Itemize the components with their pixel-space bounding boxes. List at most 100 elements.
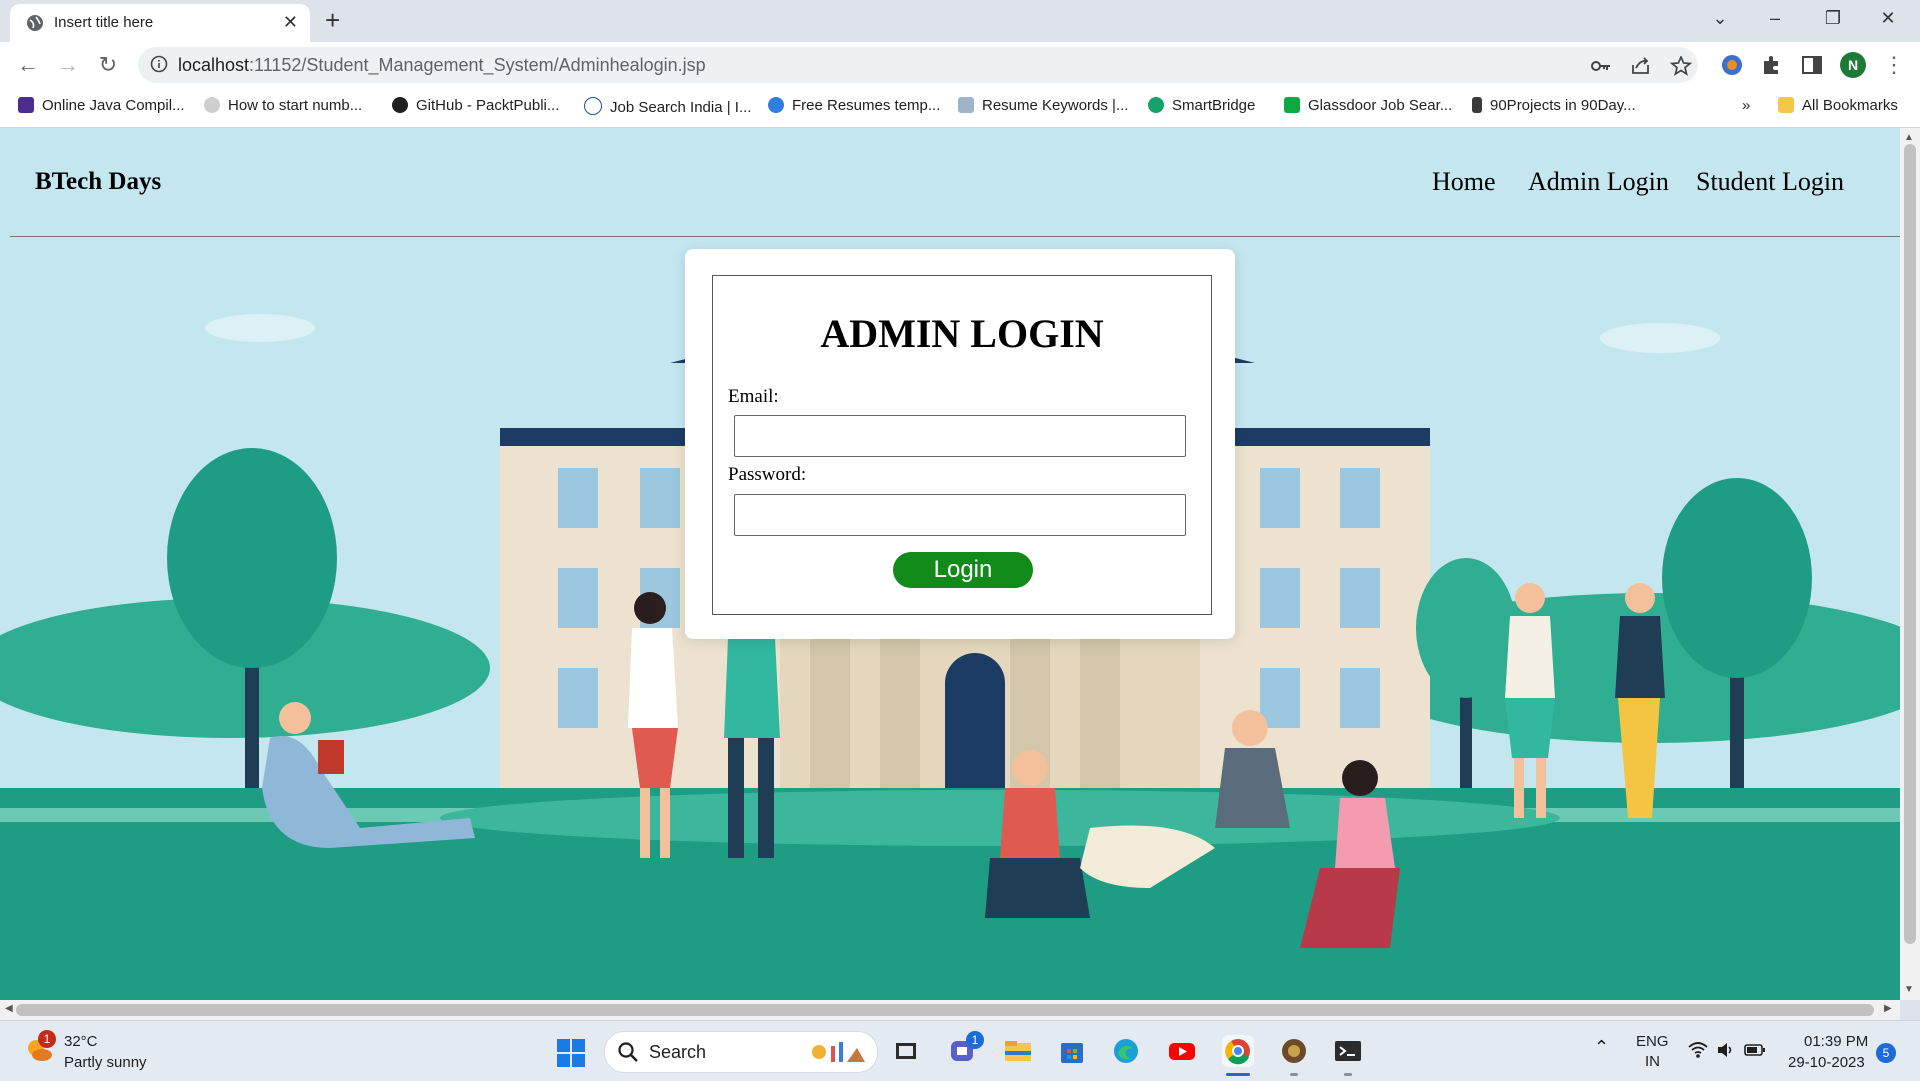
nav-student-login-link[interactable]: Student Login bbox=[1696, 167, 1844, 197]
minimize-icon[interactable]: – bbox=[1760, 8, 1790, 29]
horizontal-scroll-thumb[interactable] bbox=[16, 1004, 1874, 1016]
file-explorer-icon[interactable] bbox=[1002, 1035, 1034, 1067]
clock-time[interactable]: 01:39 PM bbox=[1804, 1033, 1868, 1050]
email-label: Email: bbox=[728, 386, 779, 407]
language-indicator-top[interactable]: ENG bbox=[1636, 1033, 1669, 1050]
scroll-up-icon[interactable]: ▲ bbox=[1904, 132, 1914, 143]
bookmark-item[interactable]: SmartBridge bbox=[1148, 97, 1255, 114]
password-label: Password: bbox=[728, 464, 807, 485]
restore-icon[interactable]: ❐ bbox=[1818, 8, 1848, 29]
tray-chevron-up-icon[interactable]: ⌃ bbox=[1594, 1037, 1609, 1058]
site-icon bbox=[204, 97, 220, 113]
edge-browser-icon[interactable] bbox=[1110, 1035, 1142, 1067]
youtube-icon[interactable] bbox=[1166, 1035, 1198, 1067]
page-icon bbox=[1472, 97, 1482, 113]
browser-tab-strip: Insert title here ✕ + ⌄ – ❐ ✕ bbox=[0, 0, 1920, 42]
tab-title: Insert title here bbox=[54, 14, 154, 31]
bookmark-item[interactable]: How to start numb... bbox=[204, 97, 362, 114]
bookmark-item[interactable]: GitHub - PacktPubli... bbox=[392, 97, 559, 114]
horizontal-scrollbar[interactable]: ◀ ▶ bbox=[0, 1000, 1900, 1020]
navbar-divider bbox=[10, 236, 1900, 237]
nav-home-link[interactable]: Home bbox=[1432, 167, 1496, 197]
weather-temperature[interactable]: 32°C bbox=[64, 1033, 98, 1050]
address-bar[interactable]: localhost:11152/Student_Management_Syste… bbox=[138, 47, 1698, 83]
globe-icon bbox=[27, 15, 43, 31]
search-placeholder: Search bbox=[649, 1042, 707, 1062]
vertical-scrollbar[interactable]: ▲ ▼ bbox=[1900, 128, 1920, 1000]
bookmarks-overflow-button[interactable]: » bbox=[1742, 97, 1750, 114]
site-info-icon[interactable] bbox=[150, 55, 168, 73]
glassdoor-icon bbox=[1284, 97, 1300, 113]
bookmark-item[interactable]: Online Java Compil... bbox=[18, 97, 185, 114]
volume-icon[interactable] bbox=[1716, 1041, 1736, 1059]
password-field[interactable] bbox=[734, 494, 1186, 536]
windows-start-icon[interactable] bbox=[556, 1038, 586, 1068]
search-icon bbox=[618, 1042, 638, 1062]
forward-icon[interactable]: → bbox=[54, 52, 82, 78]
login-form: ADMIN LOGIN Email: Password: Login bbox=[712, 275, 1212, 615]
chrome-browser-icon[interactable] bbox=[1222, 1035, 1254, 1067]
vertical-scroll-thumb[interactable] bbox=[1904, 144, 1916, 944]
share-icon[interactable] bbox=[1630, 56, 1652, 76]
browser-toolbar: ← → ↻ localhost:11152/Student_Management… bbox=[0, 42, 1920, 89]
bolt-icon bbox=[18, 97, 34, 113]
app-emblem-icon[interactable] bbox=[1278, 1035, 1310, 1067]
login-card: ADMIN LOGIN Email: Password: Login bbox=[685, 249, 1235, 639]
keywords-site-icon bbox=[958, 97, 974, 113]
email-field[interactable] bbox=[734, 415, 1186, 457]
nav-admin-login-link[interactable]: Admin Login bbox=[1528, 167, 1669, 197]
page-viewport: BTech Days Home Admin Login Student Logi… bbox=[0, 128, 1900, 1000]
terminal-running-indicator bbox=[1344, 1073, 1352, 1076]
windows-taskbar: 1 32°C Partly sunny Search 1 ⌃ ENG IN 01… bbox=[0, 1020, 1920, 1081]
site-navbar: BTech Days Home Admin Login Student Logi… bbox=[0, 128, 1900, 237]
all-bookmarks-button[interactable]: All Bookmarks bbox=[1778, 97, 1898, 114]
app-running-indicator bbox=[1290, 1073, 1298, 1076]
site-brand[interactable]: BTech Days bbox=[35, 168, 161, 196]
folder-icon bbox=[1778, 97, 1794, 113]
tab-search-icon[interactable]: ⌄ bbox=[1705, 8, 1735, 29]
bookmarks-bar: Online Java Compil... How to start numb.… bbox=[0, 89, 1920, 128]
resume-site-icon bbox=[768, 97, 784, 113]
weather-badge: 1 bbox=[38, 1030, 56, 1048]
bookmark-star-icon[interactable] bbox=[1670, 56, 1692, 76]
task-view-icon[interactable] bbox=[890, 1035, 922, 1067]
bookmark-item[interactable]: Resume Keywords |... bbox=[958, 97, 1128, 114]
language-indicator-bottom[interactable]: IN bbox=[1645, 1053, 1660, 1070]
scroll-right-icon[interactable]: ▶ bbox=[1884, 1003, 1892, 1014]
extension-shield-icon[interactable] bbox=[1720, 53, 1744, 77]
bookmark-item[interactable]: 90Projects in 90Day... bbox=[1472, 97, 1636, 114]
taskbar-search-box[interactable]: Search bbox=[604, 1031, 878, 1073]
login-title: ADMIN LOGIN bbox=[820, 311, 1104, 356]
url-text: localhost:11152/Student_Management_Syste… bbox=[178, 55, 706, 75]
profile-avatar[interactable]: N bbox=[1840, 52, 1866, 78]
info-icon bbox=[584, 97, 602, 115]
reload-icon[interactable]: ↻ bbox=[94, 52, 122, 78]
scroll-left-icon[interactable]: ◀ bbox=[5, 1003, 13, 1014]
teams-badge: 1 bbox=[966, 1031, 984, 1049]
smartbridge-icon bbox=[1148, 97, 1164, 113]
weather-description[interactable]: Partly sunny bbox=[64, 1054, 147, 1071]
notification-count-badge[interactable]: 5 bbox=[1876, 1043, 1896, 1063]
chrome-active-indicator bbox=[1226, 1073, 1250, 1076]
key-icon[interactable] bbox=[1590, 56, 1612, 76]
bookmark-item[interactable]: Free Resumes temp... bbox=[768, 97, 940, 114]
extensions-puzzle-icon[interactable] bbox=[1760, 53, 1784, 77]
clock-date[interactable]: 29-10-2023 bbox=[1788, 1054, 1865, 1071]
terminal-icon[interactable] bbox=[1332, 1035, 1364, 1067]
battery-icon[interactable] bbox=[1744, 1042, 1766, 1058]
browser-tab[interactable]: Insert title here ✕ bbox=[10, 4, 310, 42]
wifi-icon[interactable] bbox=[1688, 1041, 1708, 1059]
close-window-icon[interactable]: ✕ bbox=[1873, 8, 1903, 29]
bookmark-item[interactable]: Job Search India | I... bbox=[584, 97, 751, 116]
scroll-down-icon[interactable]: ▼ bbox=[1904, 984, 1914, 995]
microsoft-store-icon[interactable] bbox=[1056, 1035, 1088, 1067]
bookmark-item[interactable]: Glassdoor Job Sear... bbox=[1284, 97, 1452, 114]
login-button[interactable]: Login bbox=[893, 552, 1033, 588]
new-tab-button[interactable]: + bbox=[325, 7, 340, 33]
search-highlight-art-icon bbox=[812, 1042, 865, 1062]
menu-kebab-icon[interactable]: ⋮ bbox=[1880, 52, 1908, 78]
github-icon bbox=[392, 97, 408, 113]
side-panel-icon[interactable] bbox=[1800, 53, 1824, 77]
back-icon[interactable]: ← bbox=[14, 52, 42, 78]
close-tab-icon[interactable]: ✕ bbox=[283, 13, 298, 31]
